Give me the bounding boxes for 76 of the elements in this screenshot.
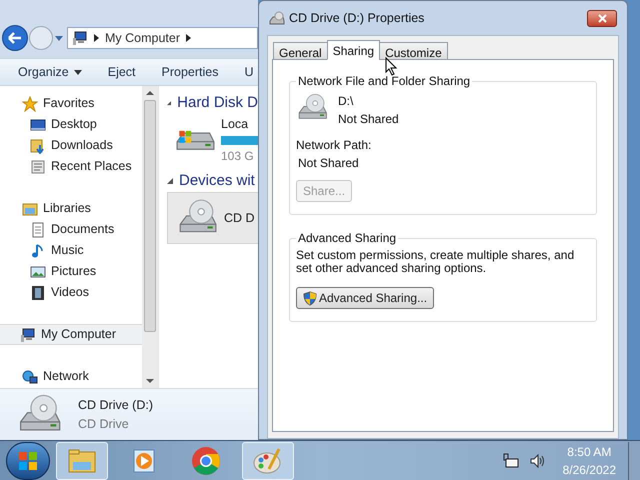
pictures-icon bbox=[30, 264, 46, 280]
navigation-item[interactable]: Documents bbox=[0, 219, 142, 240]
navigation-item[interactable]: Favorites bbox=[0, 93, 142, 114]
group-heading: Devices wit bbox=[179, 170, 255, 191]
tab[interactable]: Sharing bbox=[326, 40, 380, 60]
close-icon bbox=[598, 14, 606, 22]
show-desktop-button[interactable] bbox=[628, 442, 640, 480]
group-heading: Hard Disk D bbox=[177, 92, 258, 113]
drive-name: CD D bbox=[224, 210, 255, 227]
library-icon bbox=[22, 200, 38, 216]
dialog-title: CD Drive (D:) Properties bbox=[289, 10, 426, 27]
clock-date: 8/26/2022 bbox=[562, 462, 616, 478]
group-legend: Network File and Folder Sharing bbox=[296, 72, 472, 90]
chevron-icon bbox=[186, 34, 192, 42]
navigation-item[interactable]: Videos bbox=[0, 282, 142, 303]
toolbar-button[interactable]: U bbox=[244, 62, 254, 82]
browser-icon bbox=[191, 446, 221, 476]
navigation-item[interactable]: Libraries bbox=[0, 198, 142, 219]
network-icon[interactable] bbox=[502, 452, 519, 468]
collapse-icon[interactable] bbox=[167, 100, 172, 106]
navigation-item[interactable]: My Computer bbox=[0, 324, 142, 345]
navigation-item[interactable]: Music bbox=[0, 240, 142, 261]
shield-icon bbox=[303, 290, 317, 306]
drive-name: Loca bbox=[221, 116, 250, 134]
computer-icon bbox=[20, 326, 36, 342]
speaker-icon[interactable] bbox=[528, 452, 545, 468]
address-bar[interactable]: My Computer bbox=[67, 27, 258, 49]
star-icon bbox=[22, 96, 38, 112]
navigation-item[interactable]: Desktop bbox=[0, 114, 142, 135]
tab[interactable]: General bbox=[273, 42, 328, 60]
recent-icon bbox=[30, 158, 46, 174]
media-player-icon bbox=[131, 448, 157, 474]
drive-item[interactable]: CD D bbox=[167, 192, 258, 244]
windows-logo-icon bbox=[18, 450, 38, 470]
videos-icon bbox=[30, 284, 46, 300]
taskbar-app-button[interactable] bbox=[56, 442, 108, 480]
hard-drive-icon bbox=[176, 128, 215, 152]
start-button[interactable] bbox=[6, 442, 50, 480]
collapse-icon[interactable] bbox=[167, 178, 173, 184]
network-path: Not Shared bbox=[297, 155, 360, 172]
toolbar-button[interactable]: Properties bbox=[162, 62, 219, 82]
network-path-label: Network Path: bbox=[296, 137, 372, 154]
scrollbar[interactable] bbox=[142, 86, 158, 388]
clock-time: 8:50 AM bbox=[567, 444, 612, 460]
folder-icon bbox=[67, 448, 97, 474]
drive-size: 103 G bbox=[221, 148, 255, 165]
downloads-icon bbox=[30, 138, 46, 154]
scroll-thumb[interactable] bbox=[144, 100, 156, 332]
toolbar-button[interactable]: Eject bbox=[108, 62, 136, 82]
close-button[interactable] bbox=[587, 10, 617, 26]
drive-path: D:\ bbox=[338, 93, 354, 110]
details-type: CD Drive bbox=[78, 416, 130, 432]
back-button[interactable] bbox=[2, 25, 28, 51]
advanced-sharing-description: Set custom permissions, create multiple shares, and set other advanced sharing options. bbox=[296, 249, 576, 275]
navigation-item[interactable]: Recent Places bbox=[0, 156, 142, 177]
computer-icon bbox=[72, 30, 88, 46]
navigation-item[interactable]: Pictures bbox=[0, 261, 142, 282]
tab[interactable]: Customize bbox=[379, 42, 448, 60]
network-icon bbox=[22, 368, 38, 384]
toolbar-button[interactable]: Organize bbox=[18, 62, 82, 82]
paint-palette-icon bbox=[253, 446, 283, 474]
document-icon bbox=[30, 222, 46, 238]
usage-bar bbox=[221, 136, 258, 145]
dropdown-icon[interactable] bbox=[54, 34, 64, 42]
details-name: CD Drive (D:) bbox=[78, 396, 153, 414]
group-legend: Advanced Sharing bbox=[296, 229, 398, 247]
chevron-icon bbox=[94, 34, 99, 42]
cd-drive-icon bbox=[269, 11, 285, 25]
dialog-button[interactable]: Advanced Sharing... bbox=[296, 287, 434, 309]
drive-item[interactable]: Loca 103 G bbox=[167, 114, 258, 166]
navigation-item[interactable]: Downloads bbox=[0, 135, 142, 156]
address-text: My Computer bbox=[105, 30, 180, 47]
sharing-status: Not Shared bbox=[338, 111, 399, 128]
back-arrow-icon bbox=[8, 32, 22, 44]
navigation-item[interactable]: Network bbox=[0, 366, 142, 387]
desktop-icon bbox=[30, 116, 46, 132]
